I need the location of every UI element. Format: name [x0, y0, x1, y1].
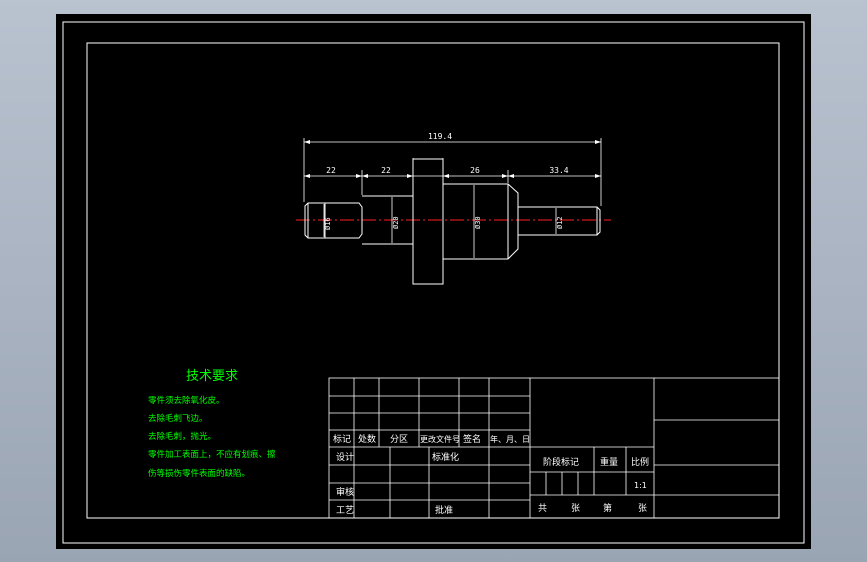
tech-line-5: 伤等损伤零件表面的缺陷。	[148, 468, 250, 479]
dim-seg4: 33.4	[549, 166, 568, 175]
drawing-sheet: 119.4 22 22 26 33.4 Ø16 Ø20 Ø30 Ø12 技术要求…	[62, 21, 805, 544]
tb-pizhun: 批准	[435, 504, 453, 516]
tb-chushu: 处数	[358, 433, 376, 445]
tech-line-2: 去除毛刺飞边。	[148, 413, 208, 424]
dim-dia16: Ø16	[324, 217, 332, 230]
dim-overall: 119.4	[428, 132, 452, 141]
dim-seg3: 26	[470, 166, 480, 175]
tech-requirements-title: 技术要求	[186, 369, 238, 384]
dim-seg2: 22	[381, 166, 391, 175]
tb-zhongliang: 重量	[600, 456, 618, 468]
tech-line-3: 去除毛刺，抛光。	[148, 431, 216, 442]
tb-biaozhunhua: 标准化	[432, 451, 459, 463]
tb-shenhe: 审核	[336, 486, 354, 498]
tb-qianming: 签名	[463, 433, 481, 445]
tb-sheji: 设计	[336, 451, 354, 463]
dim-dia20: Ø20	[392, 216, 400, 229]
tb-jieduan: 阶段标记	[543, 456, 579, 468]
shaft-flange	[412, 158, 444, 285]
dim-dia12: Ø12	[556, 216, 564, 229]
tb-fenqu: 分区	[390, 434, 408, 445]
tb-gong: 共	[538, 503, 547, 514]
tech-line-4: 零件加工表面上，不应有划痕、擦	[148, 449, 276, 460]
tb-di: 第	[603, 502, 612, 514]
tb-bili: 比例	[631, 456, 649, 468]
tb-zhang2: 张	[638, 503, 647, 514]
dim-dia30: Ø30	[474, 216, 482, 229]
tb-scale: 1:1	[634, 481, 647, 490]
tb-gengai: 更改文件号	[420, 434, 460, 444]
tb-biaoji: 标记	[333, 433, 351, 445]
dimension-lines	[303, 138, 602, 258]
tb-zhang1: 张	[571, 503, 580, 514]
tech-line-1: 零件须去除氧化皮。	[148, 395, 225, 406]
tb-date: 年、月、日	[490, 434, 530, 444]
title-block-grid	[328, 377, 780, 519]
tb-gongyi: 工艺	[336, 505, 354, 516]
cad-drawing-area: 119.4 22 22 26 33.4 Ø16 Ø20 Ø30 Ø12 技术要求…	[56, 14, 811, 549]
dim-seg1: 22	[326, 166, 336, 175]
